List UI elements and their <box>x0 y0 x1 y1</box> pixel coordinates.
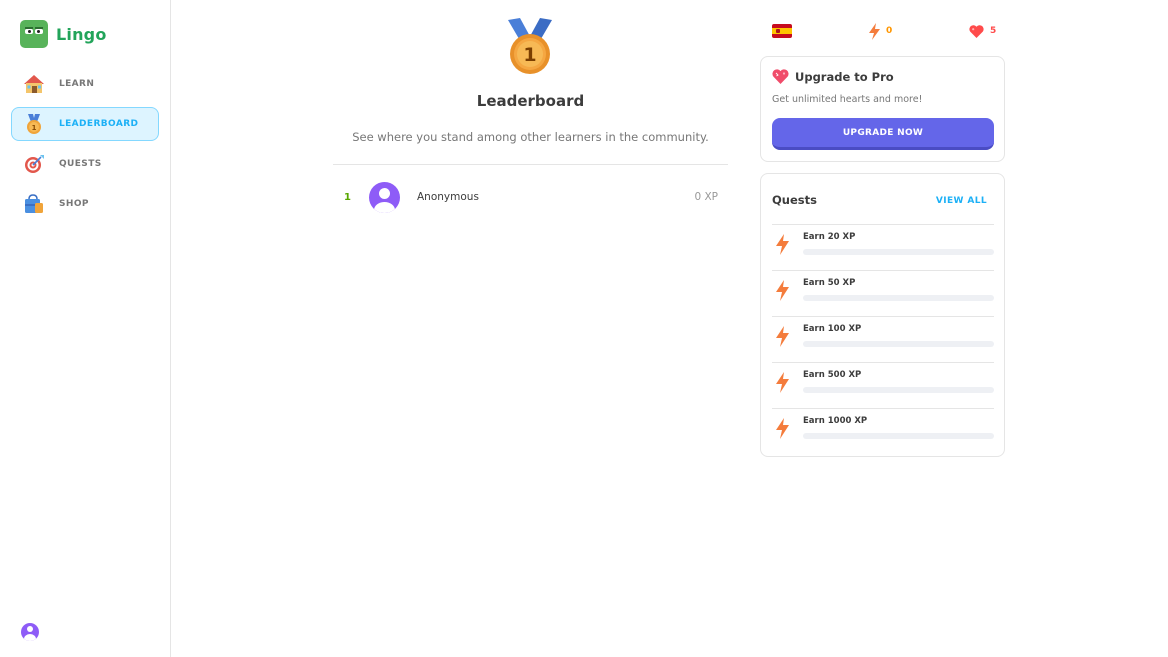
divider <box>333 164 728 165</box>
upgrade-title: Upgrade to Pro <box>795 69 894 84</box>
sidebar-item-quests[interactable]: QUESTS <box>11 147 159 181</box>
sidebar-item-learn[interactable]: LEARN <box>11 67 159 101</box>
quest-progress-bar <box>803 433 994 439</box>
rank-number: 1 <box>344 191 351 203</box>
points-stat[interactable]: 0 <box>869 20 892 42</box>
target-icon <box>23 153 45 175</box>
quest-item: Earn 50 XP <box>772 270 994 316</box>
page-title: Leaderboard <box>476 92 585 110</box>
sidebar-item-label: QUESTS <box>59 159 102 169</box>
bolt-icon <box>776 280 789 301</box>
app-name: Lingo <box>56 24 107 44</box>
heart-icon <box>969 24 984 38</box>
upgrade-description: Get unlimited hearts and more! <box>772 94 923 105</box>
svg-text:1: 1 <box>32 124 37 132</box>
quest-label: Earn 20 XP <box>803 232 856 242</box>
user-avatar-icon <box>369 181 400 213</box>
shop-icon <box>23 193 45 215</box>
sidebar-nav: LEARN 1 LEADERBOARD QUESTS SHOP <box>11 67 159 227</box>
bolt-icon <box>776 372 789 393</box>
quest-item: Earn 500 XP <box>772 362 994 408</box>
quests-title: Quests <box>772 193 817 207</box>
bolt-icon <box>776 326 789 347</box>
bolt-icon <box>776 234 789 255</box>
quest-label: Earn 500 XP <box>803 370 862 380</box>
user-xp: 0 XP <box>694 191 718 203</box>
bolt-icon <box>869 22 880 40</box>
quest-progress-bar <box>803 387 994 393</box>
spain-flag-icon <box>772 24 792 38</box>
sidebar-item-leaderboard[interactable]: 1 LEADERBOARD <box>11 107 159 141</box>
sidebar-item-label: SHOP <box>59 199 89 209</box>
sidebar-item-label: LEARN <box>59 79 95 89</box>
hearts-value: 5 <box>990 26 997 36</box>
quest-progress-bar <box>803 295 994 301</box>
quest-label: Earn 100 XP <box>803 324 862 334</box>
leaderboard-row: 1 Anonymous 0 XP <box>333 180 728 214</box>
view-all-link[interactable]: VIEW ALL <box>936 196 987 206</box>
user-stats-bar: 0 5 <box>772 20 998 42</box>
quest-item: Earn 100 XP <box>772 316 994 362</box>
quests-card: Quests VIEW ALL Earn 20 XP Earn 50 XP Ea… <box>760 173 1005 457</box>
bolt-icon <box>776 418 789 439</box>
quest-progress-bar <box>803 341 994 347</box>
user-avatar-icon[interactable] <box>21 623 39 641</box>
quest-item: Earn 1000 XP <box>772 408 994 454</box>
points-value: 0 <box>886 26 893 36</box>
quest-item: Earn 20 XP <box>772 224 994 270</box>
page-subtitle: See where you stand among other learners… <box>352 130 709 144</box>
language-selector[interactable] <box>772 20 792 42</box>
upgrade-now-button[interactable]: UPGRADE NOW <box>772 118 994 150</box>
heart-icon <box>772 69 789 84</box>
house-icon <box>23 73 45 95</box>
hearts-stat[interactable]: 5 <box>969 20 996 42</box>
sidebar: Lingo LEARN 1 LEADERBOARD QUESTS SHOP <box>0 0 171 657</box>
quest-label: Earn 1000 XP <box>803 416 868 426</box>
quest-progress-bar <box>803 249 994 255</box>
medal-icon: 1 <box>23 113 45 135</box>
medal-icon: 1 <box>508 18 552 74</box>
sidebar-item-label: LEADERBOARD <box>59 119 139 129</box>
app-logo[interactable]: Lingo <box>20 20 107 48</box>
quest-label: Earn 50 XP <box>803 278 856 288</box>
sidebar-item-shop[interactable]: SHOP <box>11 187 159 221</box>
mascot-icon <box>20 20 48 48</box>
medal-number: 1 <box>523 44 536 66</box>
user-name: Anonymous <box>417 191 479 203</box>
quest-list: Earn 20 XP Earn 50 XP Earn 100 XP Earn 5… <box>772 224 994 454</box>
upgrade-card: Upgrade to Pro Get unlimited hearts and … <box>760 56 1005 162</box>
